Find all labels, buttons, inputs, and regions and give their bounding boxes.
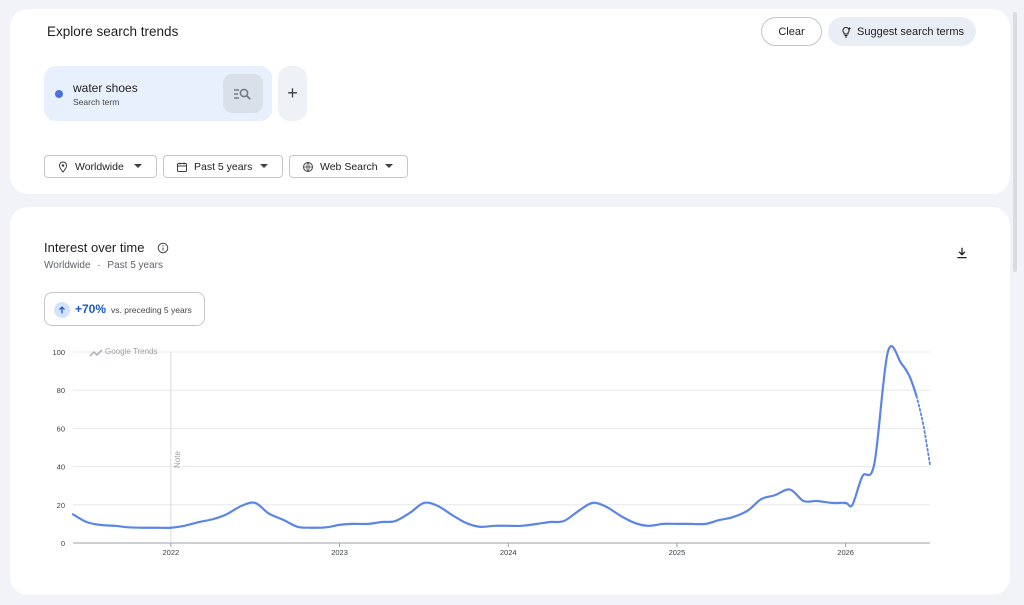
chevron-down-icon (260, 164, 268, 168)
globe-icon (303, 161, 313, 172)
property-filter-label: Web Search (320, 160, 378, 173)
y-tick-label: 0 (61, 539, 65, 548)
interest-over-time-card: Interest over time Worldwide · Past 5 ye… (10, 207, 1010, 595)
y-tick-label: 60 (57, 424, 65, 433)
chevron-down-icon (385, 164, 393, 168)
search-list-icon[interactable] (223, 74, 263, 113)
clear-button[interactable]: Clear (761, 17, 822, 46)
series-line (71, 345, 918, 529)
term-color-dot (55, 90, 63, 98)
location-filter-label: Worldwide (75, 160, 124, 173)
property-filter[interactable]: Web Search (289, 155, 408, 178)
suggest-search-terms-button[interactable]: Suggest search terms (828, 17, 976, 46)
page-title: Explore search trends (47, 24, 179, 39)
y-tick-label: 20 (57, 501, 65, 510)
term-name: water shoes (73, 81, 138, 95)
y-tick-label: 80 (57, 386, 65, 395)
x-tick-label: 2026 (837, 548, 854, 557)
location-pin-icon (58, 160, 68, 173)
series-line-partial (915, 395, 931, 466)
term-type: Search term (73, 97, 120, 107)
calendar-icon (177, 162, 187, 172)
x-tick-label: 2022 (163, 548, 180, 557)
suggest-search-terms-label: Suggest search terms (857, 25, 964, 38)
note-label: Note (173, 451, 182, 468)
location-filter[interactable]: Worldwide (44, 155, 157, 178)
explore-card: Explore search trends Clear Suggest sear… (10, 9, 1010, 194)
trends-logo-icon (89, 349, 103, 357)
x-tick-label: 2023 (331, 548, 348, 557)
x-tick-label: 2025 (669, 548, 686, 557)
time-filter[interactable]: Past 5 years (163, 155, 283, 178)
x-tick-label: 2024 (500, 548, 517, 557)
search-term-chip[interactable]: water shoes Search term (44, 66, 272, 121)
y-tick-label: 40 (57, 463, 65, 472)
chevron-down-icon (134, 164, 142, 168)
scrollbar[interactable] (1013, 12, 1017, 272)
sparkle-bulb-icon (842, 26, 851, 37)
add-term-button[interactable]: + (278, 66, 307, 121)
watermark: Google Trends (105, 347, 157, 356)
y-tick-label: 100 (52, 348, 65, 357)
time-filter-label: Past 5 years (194, 160, 253, 173)
interest-chart: 0 20 40 60 80 100 2022 2023 2024 2025 2026 Note Goog… (52, 345, 931, 557)
